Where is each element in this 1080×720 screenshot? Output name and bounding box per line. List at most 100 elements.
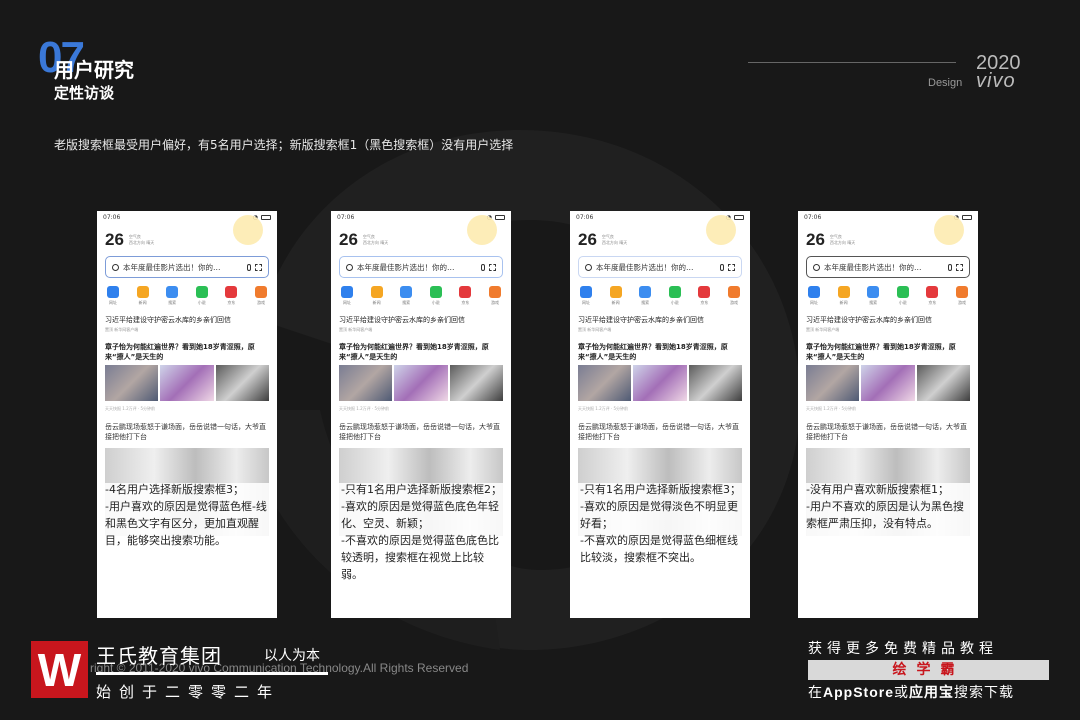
news-headline-3[interactable]: 岳云鹏现场惹怒于谦场面，岳岳说错一句话，大爷直接把他打下台 [105,422,269,442]
news-thumbnail[interactable] [688,365,742,401]
news-thumbnail[interactable] [160,365,214,401]
app-shortcut[interactable]: 小说 [668,286,681,306]
app-label: 网址 [582,300,590,305]
app-shortcut[interactable]: 游戏 [254,286,267,306]
app-label: 搜索 [168,300,177,305]
weather-info: 空气良 西北方向 晴天 [363,234,388,246]
app-icon [639,286,652,298]
microphone-icon[interactable] [247,263,251,271]
news-headline-3[interactable]: 岳云鹏现场惹怒于谦场面，岳岳说错一句话，大爷直接把他打下台 [806,422,970,442]
status-time: 07:06 [337,213,355,221]
news-headline-2[interactable]: 章子怡为何能红遍世界？看到她18岁青涩照，原来“撩人”是天生的 [105,342,269,362]
interview-note: -4名用户选择新版搜索框3； -用户喜欢的原因是觉得蓝色框-线和黑色文字有区分，… [105,483,267,547]
app-shortcut[interactable]: 网址 [580,286,592,306]
news-thumbnail[interactable] [578,365,632,401]
news-thumbnails [105,365,269,401]
scan-icon[interactable] [956,263,963,271]
app-shortcut[interactable]: 小说 [896,286,909,306]
app-shortcut[interactable]: 小说 [195,286,208,306]
scan-icon[interactable] [255,263,262,271]
news-thumbnail[interactable] [339,365,393,401]
sun-icon [706,215,736,245]
app-label: 京东 [227,300,236,305]
app-label: 小说 [670,300,679,305]
app-shortcut[interactable]: 搜索 [400,286,413,306]
page-subtitle: 定性访谈 [54,84,115,102]
app-shortcut[interactable]: 搜索 [867,286,880,306]
app-shortcut[interactable]: 小说 [429,286,442,306]
search-box[interactable]: 本年度最佳影片选出！你的… [339,256,503,278]
app-icon [837,286,850,298]
news-thumbnail[interactable] [105,365,159,401]
app-icon [195,286,208,298]
app-shortcut[interactable]: 网址 [341,286,353,306]
status-time: 07:06 [103,213,121,221]
app-shortcut[interactable]: 搜索 [166,286,179,306]
app-label: 京东 [700,300,709,305]
search-box[interactable]: 本年度最佳影片选出！你的… [105,256,269,278]
news-thumbnail[interactable] [806,365,860,401]
news-headline-2[interactable]: 章子怡为何能红遍世界？看到她18岁青涩照，原来“撩人”是天生的 [339,342,503,362]
app-icon [488,286,501,298]
search-box[interactable]: 本年度最佳影片选出！你的… [578,256,742,278]
promo-app[interactable]: 应用宝 [909,684,954,700]
search-text: 本年度最佳影片选出！你的… [824,262,922,272]
app-shortcut[interactable]: 游戏 [727,286,740,306]
app-shortcut[interactable]: 新闻 [136,286,149,306]
news-thumbnail[interactable] [449,365,503,401]
news-headline-1[interactable]: 习近平给建设守护密云水库的乡亲们回信 [105,315,269,325]
news-thumbnails [806,365,970,401]
phone-mockup-3: 07:06◔26空气良西北方向 晴天本年度最佳影片选出！你的…网址新闻搜索小说京… [570,211,750,618]
weather-line2: 西北方向 晴天 [362,240,389,245]
app-shortcut[interactable]: 新闻 [609,286,622,306]
app-shortcut[interactable]: 新闻 [837,286,850,306]
app-shortcut[interactable]: 网址 [808,286,820,306]
news-headline-1[interactable]: 习近平给建设守护密云水库的乡亲们回信 [806,315,970,325]
temperature: 26 [339,230,358,249]
app-shortcuts: 网址 新闻 搜索 小说 京东 游戏 [341,286,501,306]
news-headline-2[interactable]: 章子怡为何能红遍世界？看到她18岁青涩照，原来“撩人”是天生的 [806,342,970,362]
app-shortcut[interactable]: 新闻 [370,286,383,306]
app-label: 京东 [461,300,470,305]
news-thumbnail[interactable] [916,365,970,401]
promo-app-name[interactable]: 绘学霸 [808,660,1049,680]
phone-mockup-4: 07:06◔26空气良西北方向 晴天本年度最佳影片选出！你的…网址新闻搜索小说京… [798,211,978,618]
app-shortcut[interactable]: 网址 [107,286,119,306]
news-headline-1[interactable]: 习近平给建设守护密云水库的乡亲们回信 [578,315,742,325]
app-label: 游戏 [729,300,738,305]
app-shortcut[interactable]: 游戏 [955,286,968,306]
news-thumbnail[interactable] [215,365,269,401]
microphone-icon[interactable] [481,263,485,271]
scan-icon[interactable] [489,263,496,271]
news-headline-3[interactable]: 岳云鹏现场惹怒于谦场面，岳岳说错一句话，大爷直接把他打下台 [578,422,742,442]
app-label: 游戏 [256,300,265,305]
news-meta-1: 置顶 新华网客户端 [578,327,612,332]
temperature: 26 [806,230,825,249]
app-shortcut[interactable]: 京东 [459,286,472,306]
app-shortcut[interactable]: 京东 [698,286,711,306]
microphone-icon[interactable] [948,263,952,271]
news-thumbnail[interactable] [633,365,687,401]
news-headline-2[interactable]: 章子怡为何能红遍世界？看到她18岁青涩照，原来“撩人”是天生的 [578,342,742,362]
microphone-icon[interactable] [720,263,724,271]
news-thumbnail[interactable] [861,365,915,401]
app-icon [341,286,353,298]
app-shortcut[interactable]: 游戏 [488,286,501,306]
app-shortcut[interactable]: 京东 [926,286,939,306]
promo-store[interactable]: AppStore [823,684,894,700]
news-headline-1[interactable]: 习近平给建设守护密云水库的乡亲们回信 [339,315,503,325]
scan-icon[interactable] [728,263,735,271]
temperature: 26 [105,230,124,249]
news-thumbnail[interactable] [394,365,448,401]
weather-line1: 空气良 [362,234,375,239]
weather-line1: 空气良 [128,234,141,239]
app-shortcut[interactable]: 搜索 [639,286,652,306]
page-title: 用户研究 [54,58,134,82]
app-icon [136,286,149,298]
app-icon [867,286,880,298]
search-box[interactable]: 本年度最佳影片选出！你的… [806,256,970,278]
phone-mockup-2: 07:06◔26空气良西北方向 晴天本年度最佳影片选出！你的…网址新闻搜索小说京… [331,211,511,618]
app-shortcut[interactable]: 京东 [225,286,238,306]
sun-icon [934,215,964,245]
news-headline-3[interactable]: 岳云鹏现场惹怒于谦场面，岳岳说错一句话，大爷直接把他打下台 [339,422,503,442]
